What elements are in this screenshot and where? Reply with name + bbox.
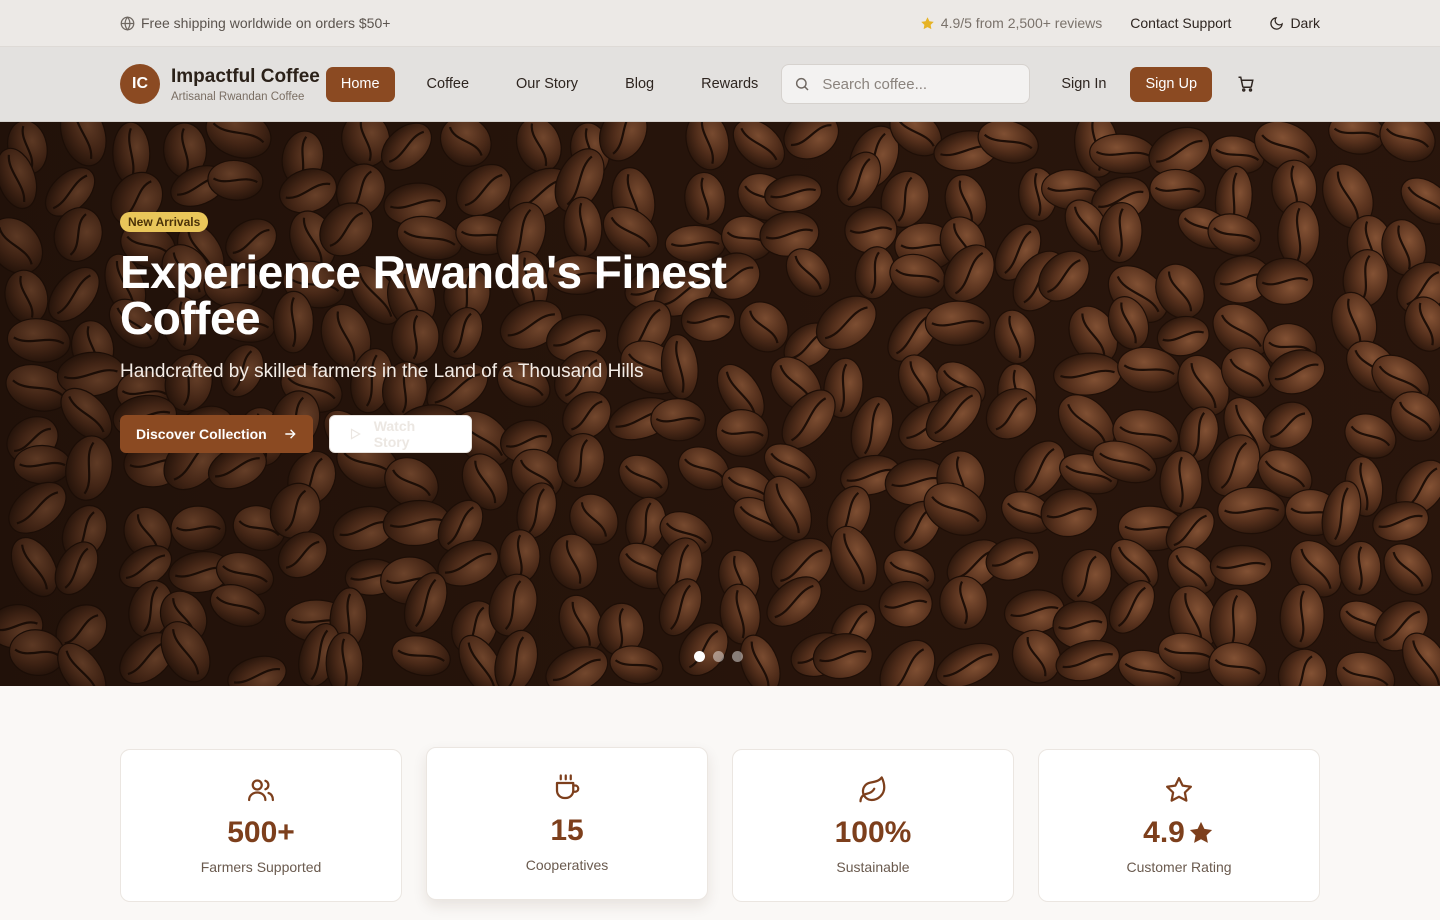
new-arrivals-badge: New Arrivals	[120, 212, 209, 232]
logo[interactable]: IC	[120, 64, 160, 104]
main-nav: Home Coffee Our Story Blog Rewards	[325, 66, 773, 102]
sign-in-link[interactable]: Sign In	[1061, 76, 1106, 92]
hero-actions: Discover Collection Watch Story	[120, 415, 840, 453]
discover-collection-button[interactable]: Discover Collection	[120, 415, 313, 453]
announcement-bar: Free shipping worldwide on orders $50+ 4…	[0, 0, 1440, 47]
theme-toggle-label: Dark	[1290, 15, 1320, 31]
users-icon	[246, 775, 276, 805]
carousel-dot[interactable]	[732, 651, 743, 662]
play-icon	[348, 427, 362, 441]
site-header: IC Impactful Coffee Artisanal Rwandan Co…	[0, 47, 1440, 122]
search-input[interactable]	[822, 75, 1013, 93]
moon-icon	[1269, 16, 1284, 31]
stat-card-farmers: 500+ Farmers Supported	[120, 749, 402, 902]
nav-item-home[interactable]: Home	[325, 66, 395, 102]
search-box[interactable]	[781, 64, 1031, 104]
stat-card-rating: 4.9 Customer Rating	[1038, 749, 1320, 902]
star-icon	[920, 16, 935, 31]
sign-up-button[interactable]: Sign Up	[1130, 66, 1213, 102]
stat-value: 4.9	[1143, 817, 1215, 849]
hero-title: Experience Rwanda's Finest Coffee	[120, 249, 840, 341]
shipping-text: Free shipping worldwide on orders $50+	[141, 15, 391, 31]
brand[interactable]: Impactful Coffee Artisanal Rwandan Coffe…	[171, 66, 320, 103]
stat-card-cooperatives: 15 Cooperatives	[426, 747, 708, 900]
cart-icon[interactable]	[1237, 75, 1255, 93]
nav-item-blog[interactable]: Blog	[610, 67, 669, 102]
leaf-icon	[858, 775, 888, 805]
carousel-dot[interactable]	[694, 651, 705, 662]
stat-value: 100%	[834, 816, 912, 849]
review-rating: 4.9/5 from 2,500+ reviews	[920, 15, 1102, 31]
shipping-notice: Free shipping worldwide on orders $50+	[120, 15, 390, 31]
stat-value-number: 4.9	[1143, 816, 1185, 849]
hero-subtitle: Handcrafted by skilled farmers in the La…	[120, 361, 644, 382]
nav-item-coffee[interactable]: Coffee	[412, 67, 484, 102]
nav-item-our-story[interactable]: Our Story	[501, 67, 593, 102]
brand-name: Impactful Coffee	[171, 65, 320, 87]
coffee-cup-icon	[552, 773, 582, 803]
stat-label: Customer Rating	[1126, 859, 1232, 875]
stat-value: 500+	[227, 816, 295, 849]
stat-label: Cooperatives	[525, 857, 609, 873]
brand-tagline: Artisanal Rwandan Coffee	[171, 90, 305, 103]
stat-value: 15	[550, 814, 584, 847]
contact-support-link[interactable]: Contact Support	[1130, 15, 1231, 31]
discover-collection-label: Discover Collection	[136, 426, 267, 442]
hero-content: New Arrivals Experience Rwanda's Finest …	[120, 212, 840, 453]
impact-stats: 500+ Farmers Supported 15 Cooperatives 1…	[120, 747, 1320, 920]
watch-story-button[interactable]: Watch Story	[328, 415, 472, 453]
watch-story-label: Watch Story	[373, 418, 416, 450]
star-outline-icon	[1164, 775, 1194, 805]
nav-item-rewards[interactable]: Rewards	[686, 67, 773, 102]
hero-title-line-2: Coffee	[120, 292, 261, 344]
hero-title-line-1: Experience Rwanda's Finest	[120, 246, 727, 298]
theme-toggle-button[interactable]: Dark	[1269, 15, 1320, 31]
stat-label: Sustainable	[836, 859, 910, 875]
star-filled-icon	[1187, 819, 1215, 847]
stat-label: Farmers Supported	[200, 859, 322, 875]
rating-text: 4.9/5 from 2,500+ reviews	[940, 15, 1103, 31]
hero-carousel: New Arrivals Experience Rwanda's Finest …	[0, 122, 1440, 686]
arrow-right-icon	[283, 427, 297, 441]
stat-card-sustainable: 100% Sustainable	[732, 749, 1014, 902]
search-icon	[794, 76, 810, 92]
carousel-dot[interactable]	[713, 651, 724, 662]
carousel-indicators	[694, 651, 743, 662]
globe-icon	[120, 15, 135, 31]
